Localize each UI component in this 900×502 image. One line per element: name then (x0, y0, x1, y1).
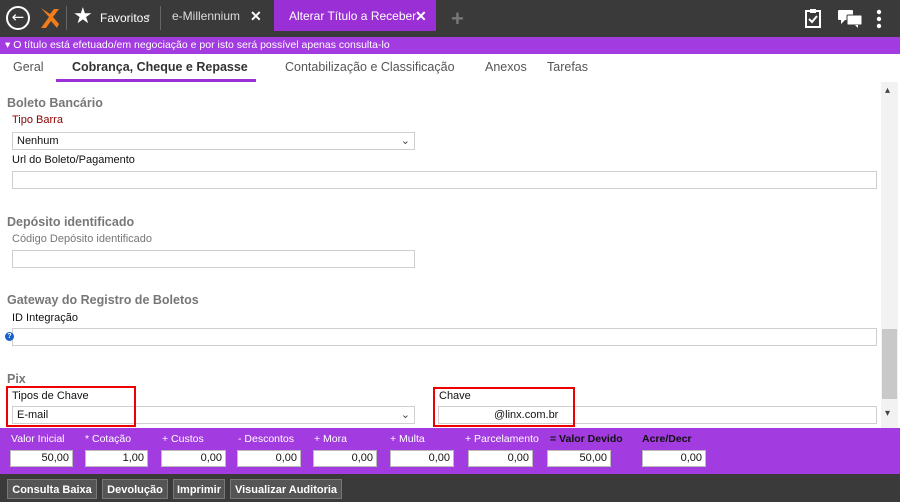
valor-devido-label: = Valor Devido (550, 433, 623, 445)
valor-inicial-field[interactable]: 50,00 (10, 450, 73, 467)
close-icon[interactable]: ✕ (415, 8, 427, 25)
tab-cobranca[interactable]: Cobrança, Cheque e Repasse (72, 60, 248, 74)
totals-bar: Valor Inicial 50,00 * Cotação 1,00 + Cus… (0, 428, 900, 474)
tab-alterar-titulo-label[interactable]: Alterar Título a Receber (289, 9, 416, 23)
tab-geral[interactable]: Geral (13, 60, 44, 74)
back-icon[interactable]: ← (6, 6, 30, 30)
scroll-up-icon[interactable]: ▴ (885, 85, 890, 96)
highlight-chave (433, 387, 575, 427)
url-boleto-label: Url do Boleto/Pagamento (12, 154, 135, 166)
chevron-down-icon[interactable]: ⌄ (401, 133, 410, 149)
highlight-tipos-chave (6, 386, 136, 427)
info-notice[interactable]: ▾ O título está efetuado/em negociação e… (0, 37, 900, 54)
tab-anexos[interactable]: Anexos (485, 60, 527, 74)
top-bar: ← ★ Favoritos ▾ e-Millennium ✕ Alterar T… (0, 0, 900, 37)
form-tabs: Geral Cobrança, Cheque e Repasse Contabi… (0, 54, 900, 82)
section-pix-title: Pix (7, 372, 26, 386)
acre-decr-field[interactable]: 0,00 (642, 450, 706, 467)
id-integracao-label: ID Integração (12, 312, 79, 324)
section-boleto-title: Boleto Bancário (7, 96, 103, 110)
mora-field[interactable]: 0,00 (313, 450, 377, 467)
action-bar: Consulta Baixa Devolução Imprimir Visual… (0, 474, 900, 502)
active-tab-indicator (56, 79, 256, 82)
vertical-scrollbar[interactable]: ▴ ▾ (881, 82, 898, 428)
clipboard-check-icon[interactable] (805, 8, 821, 28)
app-logo-icon[interactable] (38, 6, 60, 30)
tab-tarefas[interactable]: Tarefas (547, 60, 588, 74)
valor-devido-field[interactable]: 50,00 (547, 450, 611, 467)
custos-label: + Custos (162, 433, 204, 445)
tipo-barra-value: Nenhum (17, 135, 59, 147)
separator (160, 6, 161, 30)
star-icon[interactable]: ★ (73, 4, 93, 29)
devolucao-button[interactable]: Devolução (102, 479, 168, 499)
add-tab-icon[interactable]: + (451, 6, 464, 32)
more-vertical-icon[interactable] (876, 9, 882, 29)
parcelamento-label: + Parcelamento (465, 433, 539, 445)
close-icon[interactable]: ✕ (250, 8, 262, 25)
cotacao-field[interactable]: 1,00 (85, 450, 148, 467)
chevron-down-icon[interactable]: ⌄ (401, 407, 410, 423)
chevron-down-icon[interactable]: ▾ (146, 12, 150, 21)
tipo-barra-select[interactable]: Nenhum ⌄ (12, 132, 415, 150)
imprimir-button[interactable]: Imprimir (173, 479, 225, 499)
tipo-barra-label: Tipo Barra (12, 114, 63, 126)
acre-decr-label: Acre/Decr (642, 433, 692, 445)
consulta-baixa-button[interactable]: Consulta Baixa (7, 479, 97, 499)
id-integracao-input[interactable] (12, 328, 877, 346)
scrollbar-thumb[interactable] (882, 329, 897, 399)
help-icon[interactable]: ? (5, 332, 14, 341)
multa-label: + Multa (390, 433, 425, 445)
multa-field[interactable]: 0,00 (390, 450, 454, 467)
tab-e-millennium[interactable]: e-Millennium (172, 9, 240, 23)
custos-field[interactable]: 0,00 (161, 450, 226, 467)
form-content: Boleto Bancário Tipo Barra Nenhum ⌄ Url … (2, 84, 880, 428)
chat-icon[interactable] (838, 10, 862, 28)
descontos-field[interactable]: 0,00 (237, 450, 301, 467)
section-deposito-title: Depósito identificado (7, 215, 135, 229)
separator (66, 6, 67, 30)
favorites-menu[interactable]: Favoritos (100, 11, 149, 25)
mora-label: + Mora (314, 433, 347, 445)
parcelamento-field[interactable]: 0,00 (468, 450, 533, 467)
codigo-deposito-label: Código Depósito identificado (12, 233, 153, 245)
section-gateway-title: Gateway do Registro de Boletos (7, 293, 199, 307)
tab-contabilizacao[interactable]: Contabilização e Classificação (285, 60, 455, 74)
codigo-deposito-input[interactable] (12, 250, 415, 268)
descontos-label: - Descontos (238, 433, 295, 445)
scroll-down-icon[interactable]: ▾ (885, 408, 890, 419)
valor-inicial-label: Valor Inicial (11, 433, 65, 445)
cotacao-label: * Cotação (85, 433, 132, 445)
visualizar-auditoria-button[interactable]: Visualizar Auditoria (230, 479, 342, 499)
url-boleto-input[interactable] (12, 171, 877, 189)
